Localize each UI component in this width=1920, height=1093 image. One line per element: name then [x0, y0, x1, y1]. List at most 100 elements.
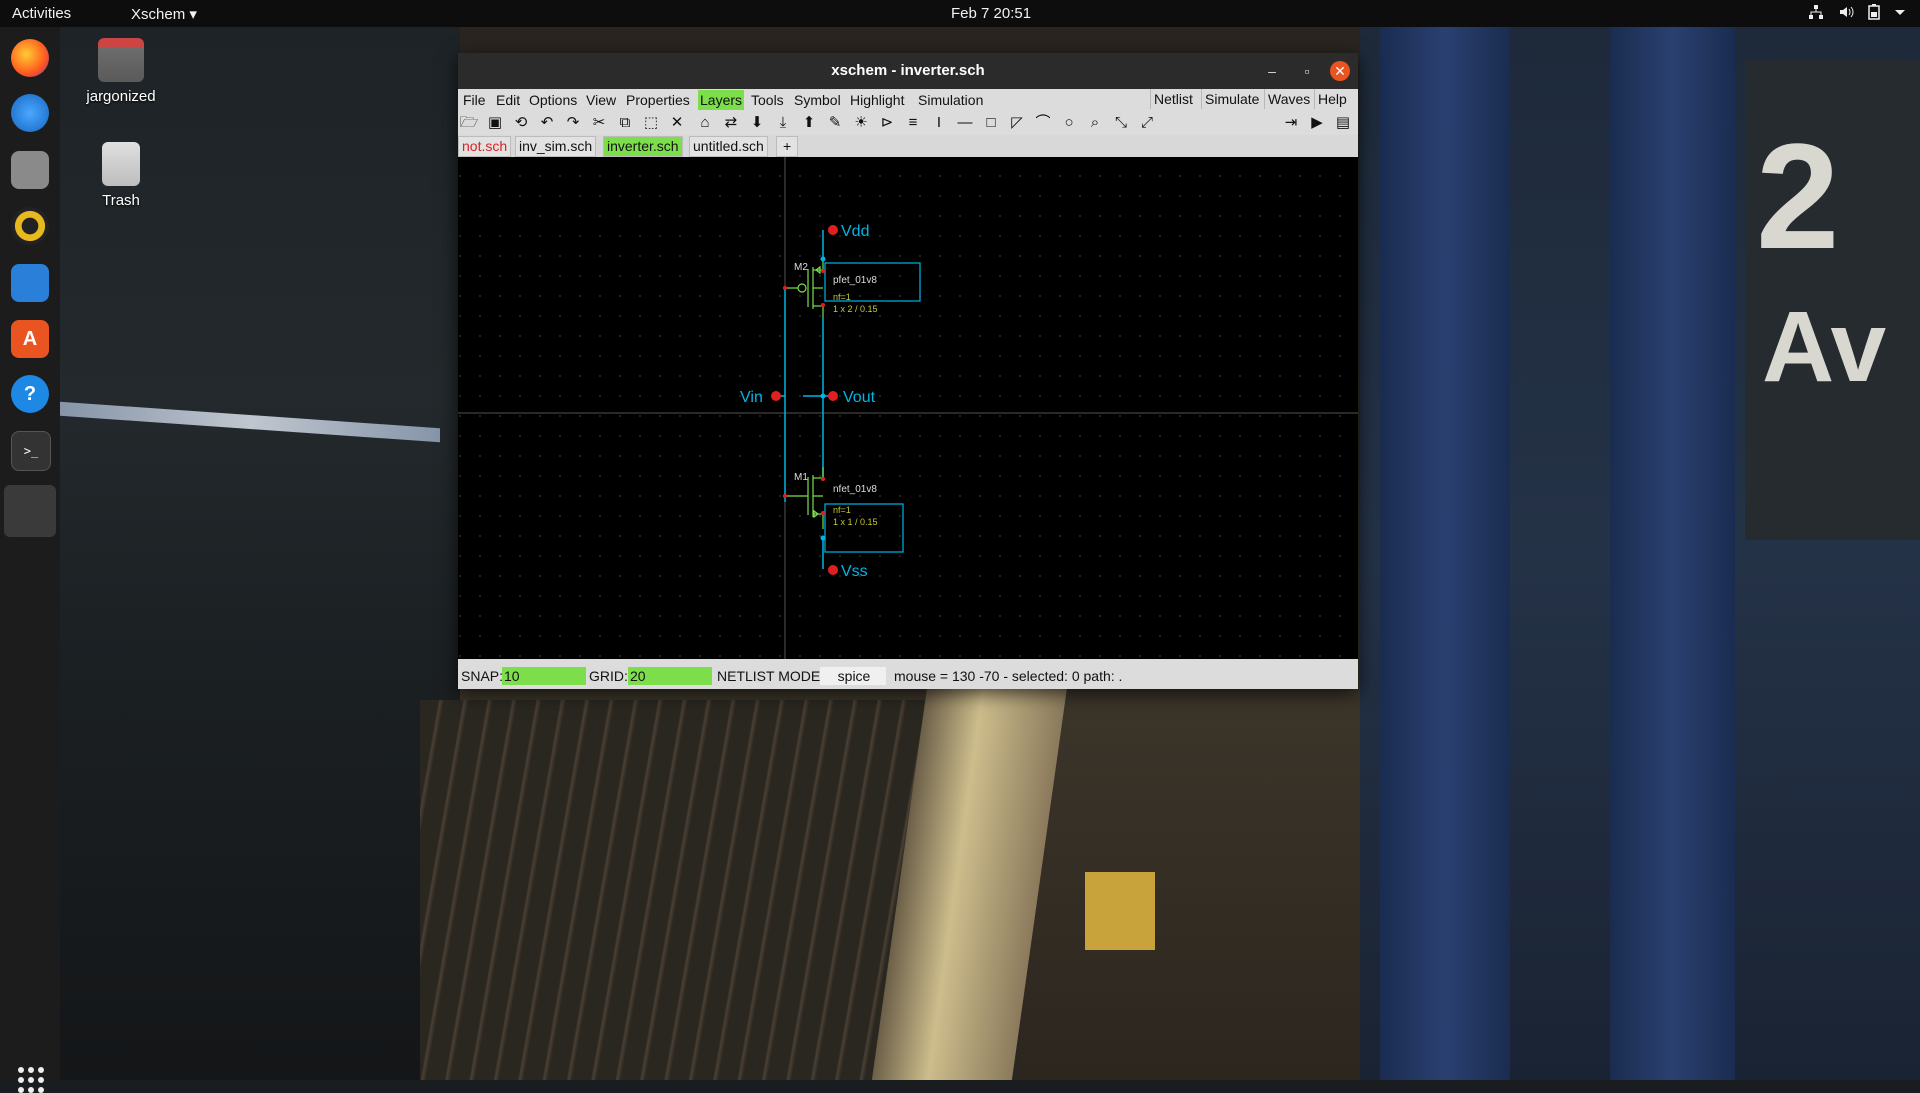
thunderbird-icon[interactable]: [11, 94, 49, 132]
tab-inverter[interactable]: inverter.sch: [603, 136, 683, 157]
menu-tools[interactable]: Tools: [751, 92, 784, 108]
menu-bar: File Edit Options View Properties Layers…: [458, 89, 1358, 111]
insert-pin-icon[interactable]: ⊳: [876, 114, 898, 132]
m1-name: M1: [794, 472, 808, 483]
simulate-button[interactable]: Simulate: [1201, 89, 1262, 109]
vout-label: Vout: [843, 389, 876, 406]
m2-name: M2: [794, 262, 808, 273]
menu-highlight[interactable]: Highlight: [850, 92, 904, 108]
system-tray[interactable]: [1808, 4, 1906, 23]
descend-icon[interactable]: ⬇: [746, 114, 768, 132]
polygon-icon[interactable]: ◸: [1006, 114, 1028, 132]
m2-size: 1 x 2 / 0.15: [833, 304, 878, 314]
line-icon[interactable]: —: [954, 114, 976, 132]
grid-input[interactable]: 20: [628, 667, 712, 685]
waves-button[interactable]: Waves: [1264, 89, 1313, 109]
reload-icon[interactable]: ⟲: [510, 114, 532, 132]
files-icon[interactable]: [11, 151, 49, 189]
vss-pin[interactable]: [828, 565, 838, 575]
waves-icon[interactable]: ▤: [1332, 114, 1354, 132]
insert-symbol-icon[interactable]: ⌂: [694, 114, 716, 132]
menu-file[interactable]: File: [463, 92, 486, 108]
menu-edit[interactable]: Edit: [496, 92, 520, 108]
open-icon[interactable]: 🗁: [458, 114, 480, 132]
tab-not[interactable]: not.sch: [458, 136, 512, 157]
schematic-drawing: Vdd Vin Vout Vss M2 pfet_01v8 nf=1 1 x 2…: [458, 157, 1358, 659]
clock[interactable]: Feb 7 20:51: [951, 5, 1031, 22]
menu-simulation[interactable]: Simulation: [918, 92, 983, 108]
menu-view[interactable]: View: [586, 92, 616, 108]
rectangle-icon[interactable]: □: [980, 114, 1002, 132]
draw-wire-icon[interactable]: ✎: [824, 114, 846, 132]
copy-icon[interactable]: ⧉: [614, 114, 636, 132]
toolbar: 🗁 ▣ ⟲ ↶ ↷ ✂ ⧉ ⬚ ✕ ⌂ ⇄ ⬇ ⤓ ⬆ ✎ ☀ ⊳ ≡ I — …: [458, 111, 1358, 135]
tab-bar: not.sch inv_sim.sch inverter.sch untitle…: [458, 135, 1358, 157]
vin-pin[interactable]: [771, 391, 781, 401]
window-icon[interactable]: [4, 485, 56, 537]
desktop-icon-trash[interactable]: Trash: [71, 142, 171, 209]
text-cursor-icon[interactable]: I: [928, 114, 950, 132]
network-icon[interactable]: [1808, 4, 1824, 23]
m1-model: nfet_01v8: [833, 484, 877, 495]
schematic-canvas[interactable]: Vdd Vin Vout Vss M2 pfet_01v8 nf=1 1 x 2…: [458, 157, 1358, 659]
circle-icon[interactable]: ○: [1058, 114, 1080, 132]
tab-inv-sim[interactable]: inv_sim.sch: [515, 136, 597, 157]
rhythmbox-icon[interactable]: [11, 207, 49, 245]
home-folder-icon: [98, 38, 144, 82]
ascend-icon[interactable]: ⬆: [798, 114, 820, 132]
m1-size: 1 x 1 / 0.15: [833, 517, 878, 527]
minimize-icon[interactable]: –: [1262, 61, 1282, 81]
menu-options[interactable]: Options: [529, 92, 577, 108]
vin-label: Vin: [740, 389, 763, 406]
volume-icon[interactable]: [1838, 4, 1854, 23]
mouse-info: mouse = 130 -70 - selected: 0 path: .: [894, 668, 1123, 684]
writer-icon[interactable]: [11, 264, 49, 302]
cut-icon[interactable]: ✂: [588, 114, 610, 132]
menu-symbol[interactable]: Symbol: [794, 92, 841, 108]
app-menu[interactable]: Xschem ▾: [131, 5, 197, 23]
undo-icon[interactable]: ↶: [536, 114, 558, 132]
close-icon[interactable]: ✕: [1330, 61, 1350, 81]
new-tab-button[interactable]: +: [776, 136, 799, 157]
battery-icon[interactable]: [1868, 4, 1880, 23]
label-icon[interactable]: ≡: [902, 114, 924, 132]
status-bar: SNAP: 10 GRID: 20 NETLIST MODE: spice mo…: [458, 665, 1358, 687]
menu-layers[interactable]: Layers: [698, 90, 745, 110]
brightness-icon[interactable]: ☀: [850, 114, 872, 132]
save-icon[interactable]: ▣: [484, 114, 506, 132]
terminal-icon[interactable]: >_: [11, 431, 51, 471]
paste-icon[interactable]: ⬚: [640, 114, 662, 132]
firefox-icon[interactable]: [11, 39, 49, 77]
wallpaper-pillar: [1610, 27, 1735, 1080]
zoom-in-icon[interactable]: ⤡: [1110, 114, 1132, 132]
netlist-icon[interactable]: ⇥: [1280, 114, 1302, 132]
arc-icon[interactable]: ⌒: [1032, 114, 1054, 132]
wallpaper-sign-text: Av: [1762, 291, 1887, 403]
snap-input[interactable]: 10: [502, 667, 586, 685]
zoom-full-icon[interactable]: ⤢: [1136, 114, 1158, 132]
simulate-icon[interactable]: ▶: [1306, 114, 1328, 132]
activities-button[interactable]: Activities: [12, 5, 71, 22]
delete-icon[interactable]: ✕: [666, 114, 688, 132]
tab-untitled[interactable]: untitled.sch: [689, 136, 768, 157]
help-button[interactable]: Help: [1314, 89, 1350, 109]
show-applications-button[interactable]: [18, 1067, 44, 1093]
help-icon[interactable]: ?: [11, 375, 49, 413]
move-icon[interactable]: ⇄: [720, 114, 742, 132]
netlist-button[interactable]: Netlist: [1150, 89, 1196, 109]
window-titlebar[interactable]: xschem - inverter.sch – ▫ ✕: [458, 53, 1358, 89]
system-menu-icon[interactable]: [1894, 4, 1906, 23]
redo-icon[interactable]: ↷: [562, 114, 584, 132]
descend-symbol-icon[interactable]: ⤓: [772, 114, 794, 132]
netlist-mode-value[interactable]: spice: [820, 667, 886, 685]
zoom-icon[interactable]: ⌕: [1084, 114, 1106, 132]
dock: A ? >_: [0, 27, 60, 1093]
desktop-icon-home[interactable]: jargonized: [71, 38, 171, 105]
top-bar: Activities Xschem ▾ Feb 7 20:51: [0, 0, 1920, 27]
m2-model: pfet_01v8: [833, 275, 877, 286]
vdd-pin[interactable]: [828, 225, 838, 235]
maximize-icon[interactable]: ▫: [1297, 61, 1317, 81]
menu-properties[interactable]: Properties: [626, 92, 690, 108]
vout-pin[interactable]: [828, 391, 838, 401]
software-icon[interactable]: A: [11, 320, 49, 358]
